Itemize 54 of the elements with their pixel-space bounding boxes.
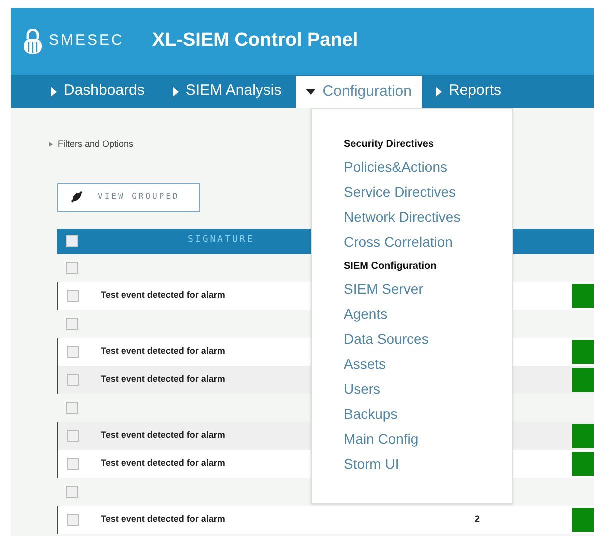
checkbox[interactable] (67, 514, 79, 526)
column-header: SIGNATURE (188, 234, 255, 248)
checkbox[interactable] (67, 430, 79, 442)
menu-item[interactable]: Storm UI (344, 452, 400, 477)
nav-tab[interactable]: Dashboards (37, 75, 159, 108)
filters-link[interactable]: Filters and Options (58, 138, 134, 152)
menu-item[interactable]: Service Directives (344, 180, 456, 205)
checkbox[interactable] (67, 374, 79, 386)
status-cell (572, 424, 594, 448)
menu-heading: Security Directives (344, 138, 436, 152)
status-cell (572, 340, 594, 364)
table-cell-text: Test event detected for alarm (101, 344, 226, 358)
lock-logo-icon (23, 28, 43, 54)
app-title: XL-SIEM Control Panel (152, 29, 358, 54)
table-cell-text: Test event detected for alarm (101, 288, 226, 302)
checkbox[interactable] (67, 290, 79, 302)
status-cell (572, 452, 594, 476)
checkbox[interactable] (66, 486, 78, 498)
menu-item[interactable]: Policies&Actions (344, 155, 448, 180)
table-cell-text: Test event detected for alarm (101, 428, 226, 442)
menu-heading: SIEM Configuration (344, 260, 438, 274)
menu-item[interactable]: Users (344, 377, 381, 402)
status-cell (572, 368, 594, 392)
menu-item[interactable]: Backups (344, 402, 398, 427)
caret-right-icon (436, 86, 442, 96)
table-cell-text: Test event detected for alarm (101, 512, 226, 526)
nav-tab[interactable]: Configuration (296, 76, 422, 108)
caret-right-icon (51, 86, 57, 96)
checkbox[interactable] (66, 402, 78, 414)
nav-tab[interactable]: Reports (422, 75, 516, 108)
table-cell-text: Test event detected for alarm (101, 372, 226, 386)
menu-item[interactable]: Data Sources (344, 327, 429, 352)
menu-item[interactable]: Network Directives (344, 205, 461, 230)
count-cell-text: 2 (474, 512, 480, 526)
checkbox[interactable] (66, 235, 78, 247)
logo-text: SMESEC (49, 31, 124, 52)
link-icon (70, 190, 84, 204)
status-cell (572, 508, 594, 532)
caret-icon (49, 142, 53, 148)
menu-item[interactable]: Cross Correlation (344, 230, 453, 255)
menu-item[interactable]: Main Config (344, 427, 419, 452)
menu-item[interactable]: SIEM Server (344, 277, 424, 302)
checkbox[interactable] (66, 318, 78, 330)
nav-tab[interactable]: SIEM Analysis (158, 75, 296, 108)
menu-item[interactable]: Agents (344, 302, 388, 327)
checkbox[interactable] (66, 262, 78, 274)
table-cell-text: Test event detected for alarm (101, 456, 226, 470)
view-grouped-button[interactable]: VIEW GROUPED (57, 182, 200, 212)
caret-down-icon (306, 89, 316, 95)
menu-item[interactable]: Assets (344, 352, 386, 377)
status-cell (572, 284, 594, 308)
checkbox[interactable] (67, 346, 79, 358)
checkbox[interactable] (67, 458, 79, 470)
caret-right-icon (172, 86, 179, 96)
